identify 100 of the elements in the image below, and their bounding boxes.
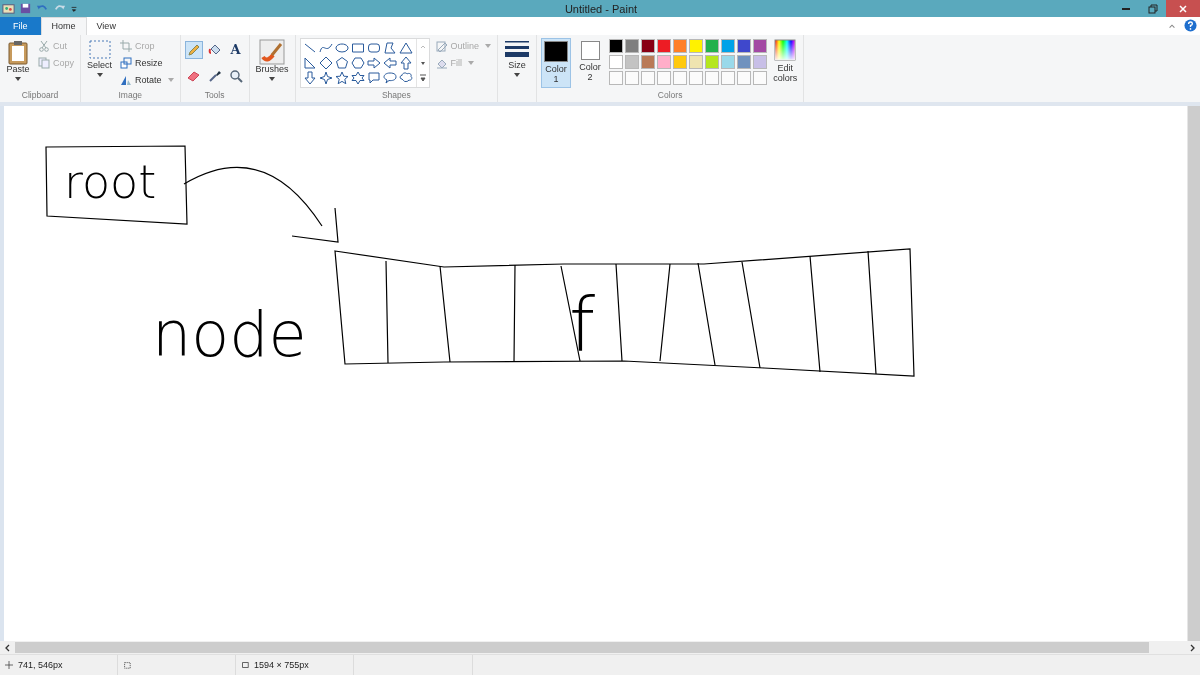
diamond-icon[interactable] [318, 55, 333, 70]
group-label: Clipboard [20, 90, 60, 103]
color-swatch[interactable] [641, 38, 656, 53]
cursor-position: 741, 546px [18, 660, 63, 671]
eyedropper-icon [207, 69, 222, 83]
color-swatch[interactable] [737, 54, 752, 69]
group-label: Shapes [380, 90, 412, 103]
more-icon[interactable] [418, 74, 427, 83]
save-icon[interactable] [19, 2, 32, 15]
outline-icon [435, 39, 448, 52]
color-swatch[interactable] [705, 54, 720, 69]
scroll-left-icon[interactable] [4, 643, 12, 652]
polygon-icon[interactable] [382, 40, 397, 55]
select-button[interactable]: Select [85, 37, 115, 78]
group-label: Tools [203, 90, 226, 103]
caret-icon [485, 43, 492, 48]
color-swatch[interactable] [641, 54, 656, 69]
oval-callout-icon[interactable] [382, 70, 397, 85]
group-label: Colors [656, 90, 684, 103]
help-icon[interactable] [1184, 19, 1197, 33]
color-swatch[interactable] [721, 38, 736, 53]
up-arrow-icon[interactable] [398, 55, 413, 70]
scissors-icon [38, 39, 50, 52]
color-swatch[interactable] [609, 38, 624, 53]
brush-icon [259, 38, 286, 65]
horizontal-scrollbar[interactable] [15, 642, 1149, 654]
ribbon-tab[interactable]: View [86, 17, 126, 35]
star-icon[interactable] [334, 70, 349, 85]
right-arrow-icon[interactable] [366, 55, 381, 70]
triangle-icon[interactable] [398, 40, 413, 55]
color-swatch[interactable] [625, 54, 640, 69]
down-arrow-icon[interactable] [302, 70, 317, 85]
left-arrow-icon[interactable] [382, 55, 397, 70]
bucket-icon [207, 42, 222, 57]
canvas-size-icon [241, 661, 249, 670]
cloud-callout-icon[interactable] [398, 70, 413, 85]
color-swatch[interactable] [657, 54, 672, 69]
pencil-button[interactable] [184, 40, 203, 59]
close-button[interactable] [1166, 0, 1200, 17]
ribbon-tab[interactable]: Home [40, 17, 87, 35]
cursor-position-icon [5, 661, 13, 670]
color-swatch[interactable] [689, 54, 704, 69]
rotate-button[interactable]: Rotate [118, 71, 176, 88]
caret-icon [96, 72, 103, 77]
vertical-scrollbar[interactable] [1187, 106, 1200, 642]
paste-button[interactable]: Paste [4, 37, 32, 82]
brushes-button[interactable]: Brushes [253, 37, 291, 82]
clipboard-icon [6, 38, 30, 65]
canvas-size: 1594 × 755px [254, 660, 309, 671]
scroll-right-icon[interactable] [1188, 643, 1196, 652]
color-slot-button[interactable]: Color 2 [575, 37, 606, 88]
caret-icon [15, 76, 21, 81]
restore-icon [1147, 3, 1158, 14]
color-spectrum-icon [774, 38, 797, 61]
color-swatch[interactable] [673, 54, 688, 69]
color-swatch[interactable] [753, 54, 768, 69]
text-tool-button[interactable]: A [226, 40, 245, 59]
callout-icon[interactable] [366, 70, 381, 85]
size-button[interactable]: Size [502, 37, 533, 78]
group-label: Image [117, 90, 144, 103]
right-triangle-icon[interactable] [302, 55, 317, 70]
window-title: Untitled - Paint [563, 2, 639, 15]
copy-icon [38, 56, 50, 69]
color-swatch[interactable] [625, 38, 640, 53]
color-swatch[interactable] [721, 54, 736, 69]
paint-app-icon[interactable] [2, 2, 15, 15]
dropdown-icon[interactable] [70, 4, 78, 13]
color-swatch[interactable] [753, 38, 768, 53]
resize-button[interactable]: Resize [118, 54, 176, 71]
handwritten-label: f [569, 282, 596, 369]
four-point-star-icon[interactable] [318, 70, 333, 85]
color-slot-button[interactable]: Color 1 [541, 37, 572, 88]
color-swatch[interactable] [705, 38, 720, 53]
caret-icon [514, 72, 521, 77]
selection-size-icon [123, 661, 131, 670]
resize-icon [120, 56, 133, 69]
pentagon-icon[interactable] [334, 55, 349, 70]
eraser-icon [186, 69, 201, 83]
rectangle-icon[interactable] [350, 40, 365, 55]
color-swatch[interactable] [657, 38, 672, 53]
selection-icon [87, 38, 112, 61]
six-point-star-icon[interactable] [350, 70, 365, 85]
handwritten-label: node [152, 298, 307, 372]
color-swatch[interactable] [673, 38, 688, 53]
pencil-icon [186, 42, 201, 57]
drawing-canvas[interactable]: root node f [4, 106, 1187, 642]
close-icon [1178, 3, 1188, 14]
magnifier-icon [228, 69, 243, 83]
color-swatch[interactable] [609, 54, 624, 69]
ribbon-tab[interactable]: File [0, 17, 41, 35]
hexagon-icon[interactable] [350, 55, 365, 70]
color-swatch[interactable] [689, 38, 704, 53]
minimize-icon [1121, 7, 1130, 10]
handwritten-label: root [64, 155, 157, 210]
caret-icon [167, 77, 174, 82]
color-swatch[interactable] [737, 38, 752, 53]
caret-icon [468, 60, 475, 65]
caret-icon [269, 76, 276, 81]
edit-colors-button[interactable]: Edit colors [771, 37, 800, 85]
crop-icon [120, 39, 133, 52]
